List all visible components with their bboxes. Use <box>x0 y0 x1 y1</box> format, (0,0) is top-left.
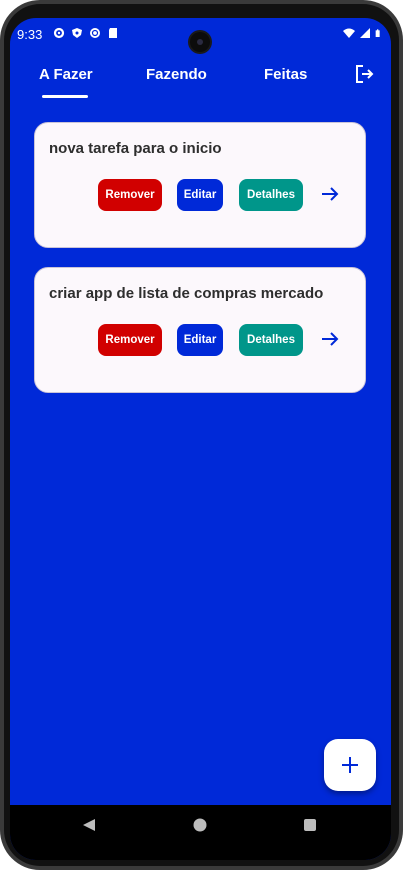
add-icon <box>342 757 358 773</box>
tab-fazendo[interactable]: Fazendo <box>146 66 207 83</box>
edit-button[interactable]: Editar <box>177 179 223 211</box>
details-button[interactable]: Detalhes <box>239 324 303 356</box>
sync-icon <box>90 28 100 38</box>
settings-icon <box>53 27 65 39</box>
status-icons-left <box>53 27 119 39</box>
remove-button[interactable]: Remover <box>98 179 162 211</box>
task-card: nova tarefa para o inicio Remover Editar… <box>34 122 366 248</box>
sd-card-icon <box>109 28 117 38</box>
status-time: 9:33 <box>17 27 43 42</box>
front-camera <box>190 32 210 52</box>
tab-feitas[interactable]: Feitas <box>264 66 307 83</box>
add-task-button[interactable] <box>324 739 376 791</box>
remove-button[interactable]: Remover <box>98 324 162 356</box>
wifi-icon <box>343 28 355 38</box>
logout-icon[interactable] <box>352 62 376 86</box>
recents-icon[interactable] <box>290 805 330 845</box>
task-card: criar app de lista de compras mercado Re… <box>34 267 366 393</box>
status-icons-right <box>343 27 383 39</box>
back-icon[interactable] <box>69 805 109 845</box>
active-tab-indicator <box>42 95 88 98</box>
arrow-right-icon[interactable] <box>320 329 340 349</box>
battery-icon <box>375 29 380 37</box>
tab-a-fazer[interactable]: A Fazer <box>39 66 93 83</box>
details-button[interactable]: Detalhes <box>239 179 303 211</box>
tab-bar: A Fazer Fazendo Feitas <box>10 62 391 110</box>
home-icon[interactable] <box>180 805 220 845</box>
shield-icon <box>72 28 82 38</box>
phone-frame: 9:33 A Fazer Fazendo Feitas nova tarefa … <box>0 0 403 870</box>
task-title: nova tarefa para o inicio <box>49 140 222 157</box>
edit-button[interactable]: Editar <box>177 324 223 356</box>
app-screen: 9:33 A Fazer Fazendo Feitas nova tarefa … <box>10 18 391 860</box>
task-title: criar app de lista de compras mercado <box>49 285 324 302</box>
phone-bezel: 9:33 A Fazer Fazendo Feitas nova tarefa … <box>4 4 399 866</box>
signal-icon <box>360 28 370 38</box>
arrow-right-icon[interactable] <box>320 184 340 204</box>
system-nav-bar <box>10 805 391 860</box>
